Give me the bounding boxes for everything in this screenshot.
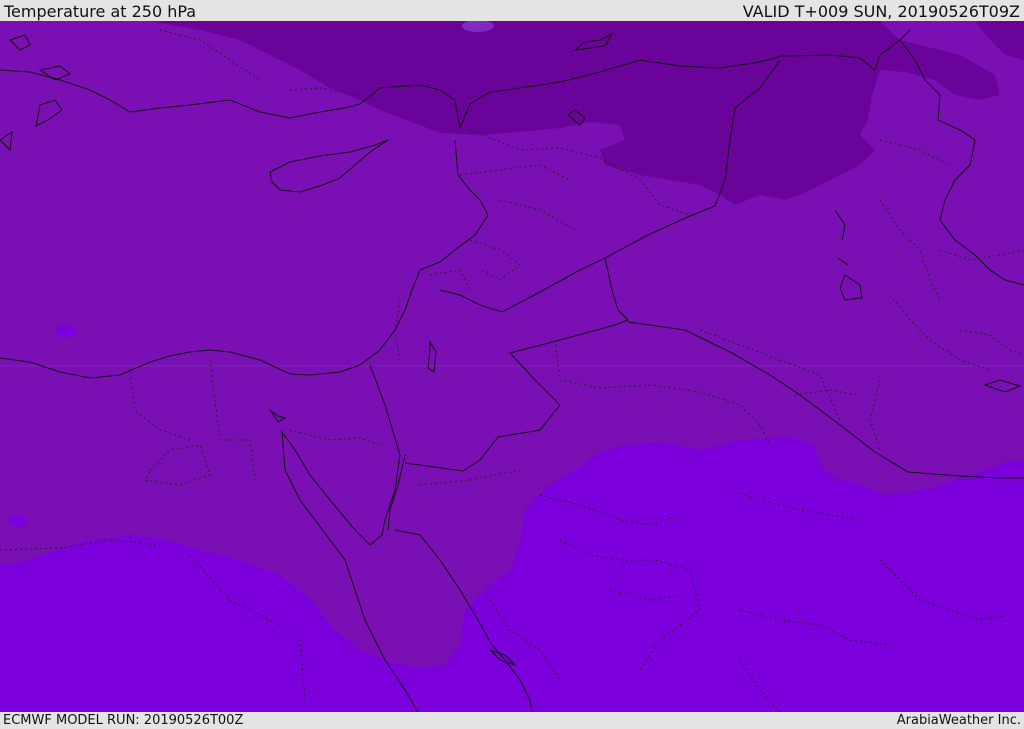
map-title: Temperature at 250 hPa [4, 2, 197, 21]
credit-label: ArabiaWeather Inc. [896, 713, 1021, 728]
temperature-map[interactable] [0, 21, 1024, 712]
warm-blob-2 [8, 515, 28, 527]
model-run-label: ECMWF MODEL RUN: 20190526T00Z [3, 713, 244, 728]
map-canvas [0, 21, 1024, 712]
footer-bar: ECMWF MODEL RUN: 20190526T00Z ArabiaWeat… [0, 712, 1024, 729]
valid-time: VALID T+009 SUN, 20190526T09Z [742, 2, 1020, 21]
warm-blob-1 [55, 325, 77, 337]
header-bar: Temperature at 250 hPa VALID T+009 SUN, … [0, 0, 1024, 21]
